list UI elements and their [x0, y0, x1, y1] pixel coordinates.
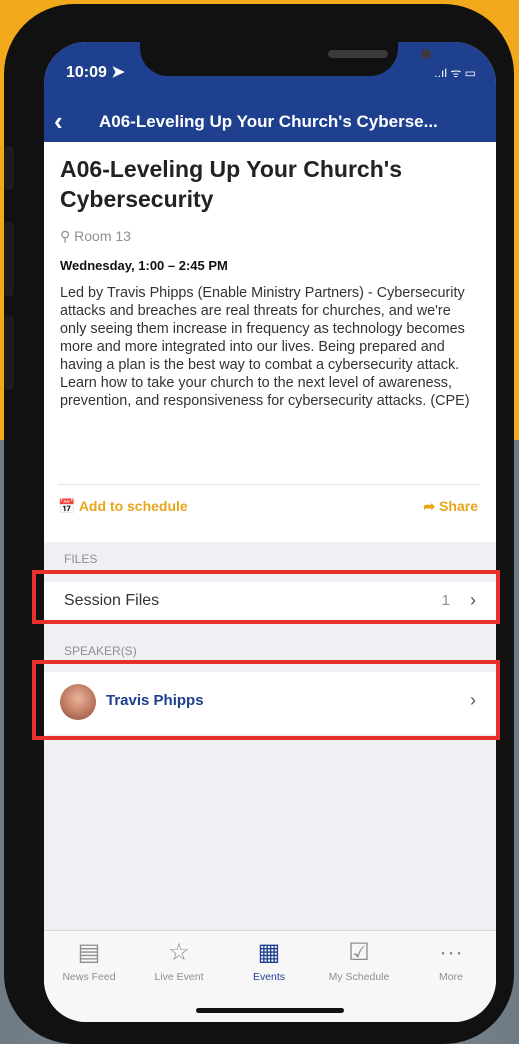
star-calendar-icon: ☆	[168, 939, 190, 966]
status-time: 10:09 ➤	[66, 64, 125, 81]
session-title: A06-Leveling Up Your Church's Cybersecur…	[60, 156, 403, 212]
room-label: Room 13	[74, 228, 131, 244]
tab-more[interactable]: ··· More	[406, 939, 496, 983]
phone-screen: 10:09 ➤ ..ıl ᯤ ▭ ‹ A06-Leveling Up Your …	[44, 42, 496, 1022]
files-section-header: FILES	[64, 552, 98, 566]
add-to-schedule-button[interactable]: 📅 Add to schedule	[58, 498, 188, 515]
session-time: Wednesday, 1:00 – 2:45 PM	[60, 258, 228, 273]
session-detail-card: A06-Leveling Up Your Church's Cybersecur…	[44, 142, 496, 542]
nav-bar: ‹ A06-Leveling Up Your Church's Cyberse.…	[44, 100, 496, 142]
highlight-speaker	[32, 660, 500, 740]
front-camera	[421, 49, 431, 59]
tab-events[interactable]: ▦ Events	[224, 939, 314, 983]
tab-label: More	[439, 971, 463, 983]
divider	[58, 484, 480, 485]
notch	[140, 42, 431, 76]
tab-my-schedule[interactable]: ☑ My Schedule	[314, 939, 404, 983]
tab-label: News Feed	[62, 971, 116, 983]
mute-switch	[4, 146, 14, 190]
tab-label: Events	[252, 971, 286, 983]
home-indicator	[196, 1008, 344, 1013]
highlight-session-files	[32, 570, 500, 624]
share-label: Share	[439, 498, 478, 514]
speaker-grille	[328, 50, 388, 58]
calendar-plus-icon: 📅	[58, 498, 76, 514]
phone-frame: 10:09 ➤ ..ıl ᯤ ▭ ‹ A06-Leveling Up Your …	[4, 4, 514, 1044]
volume-down-button	[4, 316, 14, 390]
newspaper-icon: ▤	[77, 939, 101, 966]
volume-up-button	[4, 222, 14, 296]
tab-news-feed[interactable]: ▤ News Feed	[44, 939, 134, 983]
more-dots-icon: ···	[439, 939, 463, 966]
status-icons: ..ıl ᯤ ▭	[434, 66, 476, 80]
calendar-check-icon: ☑	[348, 939, 370, 966]
add-to-schedule-label: Add to schedule	[78, 498, 188, 514]
tab-live-event[interactable]: ☆ Live Event	[134, 939, 224, 983]
back-chevron-icon[interactable]: ‹	[54, 106, 63, 137]
nav-title: A06-Leveling Up Your Church's Cyberse...	[99, 112, 438, 131]
session-room: ⚲ Room 13	[60, 228, 131, 245]
calendar-grid-icon: ▦	[257, 939, 281, 966]
share-button[interactable]: ➦ Share	[423, 498, 478, 515]
location-pin-icon: ⚲	[60, 228, 71, 244]
share-arrow-icon: ➦	[423, 498, 436, 514]
tab-label: Live Event	[154, 971, 204, 983]
speakers-section-header: SPEAKER(S)	[64, 644, 137, 658]
session-description: Led by Travis Phipps (Enable Ministry Pa…	[60, 285, 470, 409]
tab-label: My Schedule	[328, 971, 390, 983]
